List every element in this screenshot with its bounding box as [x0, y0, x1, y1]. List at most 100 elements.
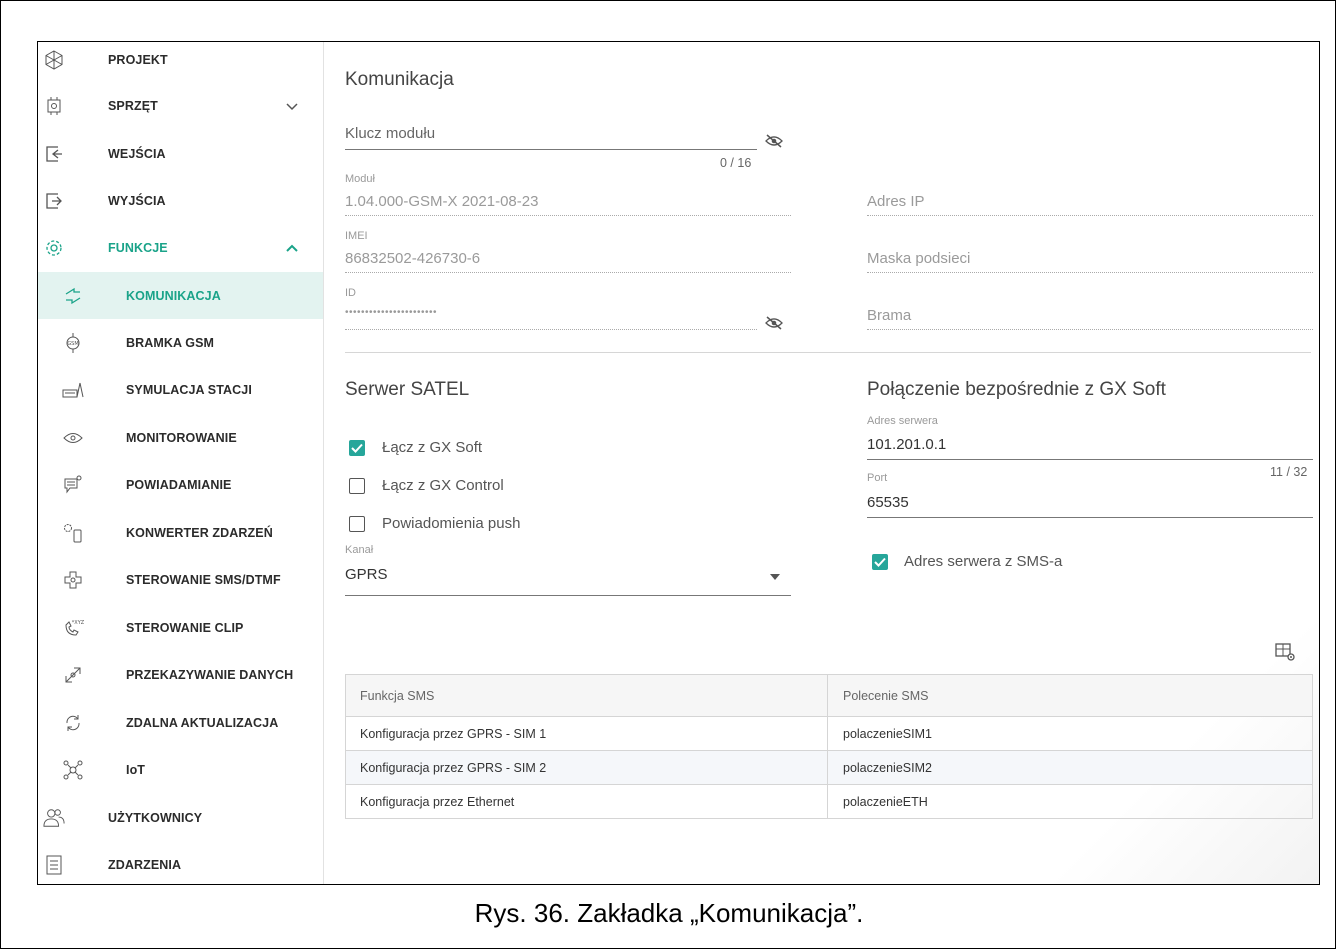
inputs-icon [43, 143, 65, 165]
gateway-field: Brama [867, 307, 912, 324]
sidebar-item-uzytkownicy[interactable]: UŻYTKOWNICY [38, 794, 323, 841]
server-address-counter: 11 / 32 [1270, 465, 1308, 479]
sms-commands-table: Funkcja SMS Polecenie SMS Konfiguracja p… [345, 674, 1313, 819]
hardware-icon [43, 95, 65, 117]
gateway-underline [867, 329, 1313, 330]
sidebar-item-konwerter-zdarzen[interactable]: KONWERTER ZDARZEŃ [38, 509, 323, 556]
server-address-label: Adres serwera [867, 415, 938, 427]
visibility-off-icon[interactable] [765, 134, 783, 148]
figure-frame: PROJEKT SPRZĘT WEJŚCIA WYJŚCIA FUNKCJE K… [0, 0, 1336, 949]
sidebar-item-symulacja-stacji[interactable]: SYMULACJA STACJI [38, 366, 323, 413]
module-underline [345, 215, 791, 216]
port-label: Port [867, 472, 888, 484]
sidebar-item-label: SPRZĘT [108, 98, 158, 113]
sidebar-item-label: PROJEKT [108, 52, 168, 67]
project-icon [43, 49, 65, 71]
server-address-input[interactable]: 101.201.0.1 [867, 436, 946, 453]
channel-select[interactable]: GPRS [345, 566, 388, 583]
sidebar-item-wyjscia[interactable]: WYJŚCIA [38, 177, 323, 224]
module-key-underline [345, 149, 757, 150]
sidebar-item-sterowanie-clip[interactable]: *XYZ STEROWANIE CLIP [38, 604, 323, 651]
channel-label: Kanał [345, 544, 374, 556]
port-input[interactable]: 65535 [867, 494, 909, 511]
users-icon [43, 807, 65, 829]
satel-server-heading: Serwer SATEL [345, 379, 470, 400]
table-cell-command[interactable]: polaczenieSIM1 [828, 717, 1312, 750]
app-window: PROJEKT SPRZĘT WEJŚCIA WYJŚCIA FUNKCJE K… [37, 41, 1320, 885]
subnet-mask-underline [867, 272, 1313, 273]
sidebar-item-label: KOMUNIKACJA [126, 288, 221, 303]
sidebar-item-zdarzenia[interactable]: ZDARZENIA [38, 841, 323, 884]
sidebar-item-wejscia[interactable]: WEJŚCIA [38, 130, 323, 177]
sidebar-item-label: IoT [126, 762, 146, 777]
sidebar-item-label: MONITOROWANIE [126, 430, 237, 445]
chevron-up-icon[interactable] [284, 240, 300, 256]
sms-server-address-checkbox[interactable] [872, 554, 888, 570]
id-label: ID [345, 287, 356, 299]
functions-gear-icon [43, 237, 65, 259]
port-underline [867, 517, 1313, 518]
chevron-down-icon[interactable] [284, 98, 300, 114]
remote-update-icon [62, 712, 84, 734]
svg-text:GSM: GSM [67, 341, 78, 347]
push-notifications-checkbox[interactable] [349, 516, 365, 532]
communication-icon [62, 285, 84, 307]
sidebar-item-label: ZDARZENIA [108, 857, 182, 872]
sidebar-item-zdalna-aktualizacja[interactable]: ZDALNA AKTUALIZACJA [38, 699, 323, 746]
table-row[interactable]: Konfiguracja przez GPRS - SIM 1 polaczen… [346, 716, 1312, 750]
sidebar-item-sterowanie-sms-dtmf[interactable]: STEROWANIE SMS/DTMF [38, 556, 323, 603]
column-header-sms-function[interactable]: Funkcja SMS [346, 675, 828, 716]
module-value: 1.04.000-GSM-X 2021-08-23 [345, 193, 539, 210]
channel-underline [345, 595, 791, 596]
sidebar-item-label: STEROWANIE SMS/DTMF [126, 572, 281, 587]
sidebar-item-label: FUNKCJE [108, 240, 168, 255]
connect-gx-soft-checkbox[interactable] [349, 440, 365, 456]
imei-label: IMEI [345, 230, 368, 242]
imei-underline [345, 272, 791, 273]
sidebar-item-powiadamianie[interactable]: POWIADAMIANIE [38, 461, 323, 508]
table-settings-icon[interactable] [1275, 642, 1295, 662]
visibility-off-icon[interactable] [765, 316, 783, 330]
sidebar-item-funkcje[interactable]: FUNKCJE [38, 224, 323, 271]
table-cell-function: Konfiguracja przez Ethernet [346, 785, 828, 818]
ip-address-underline [867, 215, 1313, 216]
imei-value: 86832502-426730-6 [345, 250, 481, 267]
table-row[interactable]: Konfiguracja przez Ethernet polaczenieET… [346, 784, 1312, 818]
table-header-row: Funkcja SMS Polecenie SMS [346, 675, 1312, 716]
event-converter-icon [62, 522, 84, 544]
sidebar-item-iot[interactable]: IoT [38, 746, 323, 793]
module-key-counter: 0 / 16 [720, 156, 752, 170]
table-cell-command[interactable]: polaczenieETH [828, 785, 1312, 818]
connect-gx-soft-label: Łącz z GX Soft [382, 439, 483, 456]
connect-gx-control-checkbox[interactable] [349, 478, 365, 494]
sidebar-item-projekt[interactable]: PROJEKT [38, 42, 323, 83]
section-divider [345, 352, 1311, 353]
events-icon [43, 854, 65, 876]
main-content: Komunikacja Klucz modułu 0 / 16 Moduł 1.… [325, 42, 1319, 884]
sidebar-item-bramka-gsm[interactable]: GSM BRAMKA GSM [38, 319, 323, 366]
table-row[interactable]: Konfiguracja przez GPRS - SIM 2 polaczen… [346, 750, 1312, 784]
server-address-underline [867, 459, 1313, 460]
sidebar-item-label: WEJŚCIA [108, 146, 166, 161]
module-key-field[interactable]: Klucz modułu [345, 125, 435, 142]
gsm-gateway-icon: GSM [62, 332, 84, 354]
sidebar-item-sprzet[interactable]: SPRZĘT [38, 82, 323, 129]
data-forwarding-icon [62, 664, 84, 686]
id-value: ••••••••••••••••••••••• [345, 307, 438, 318]
sidebar-item-label: KONWERTER ZDARZEŃ [126, 525, 273, 540]
column-header-sms-command[interactable]: Polecenie SMS [828, 675, 1312, 716]
dropdown-arrow-icon[interactable] [770, 574, 780, 580]
clip-control-icon: *XYZ [62, 617, 84, 639]
sidebar-item-label: STEROWANIE CLIP [126, 620, 244, 635]
module-label: Moduł [345, 173, 375, 185]
svg-text:*XYZ: *XYZ [72, 620, 84, 626]
table-cell-function: Konfiguracja przez GPRS - SIM 1 [346, 717, 828, 750]
sms-server-address-label: Adres serwera z SMS-a [904, 553, 1063, 570]
sidebar-item-label: UŻYTKOWNICY [108, 810, 203, 825]
subnet-mask-field: Maska podsieci [867, 250, 971, 267]
table-cell-command[interactable]: polaczenieSIM2 [828, 751, 1312, 784]
sidebar-item-monitorowanie[interactable]: MONITOROWANIE [38, 414, 323, 461]
sms-dtmf-control-icon [62, 569, 84, 591]
sidebar-item-przekazywanie-danych[interactable]: PRZEKAZYWANIE DANYCH [38, 651, 323, 698]
sidebar-item-komunikacja[interactable]: KOMUNIKACJA [38, 272, 323, 319]
